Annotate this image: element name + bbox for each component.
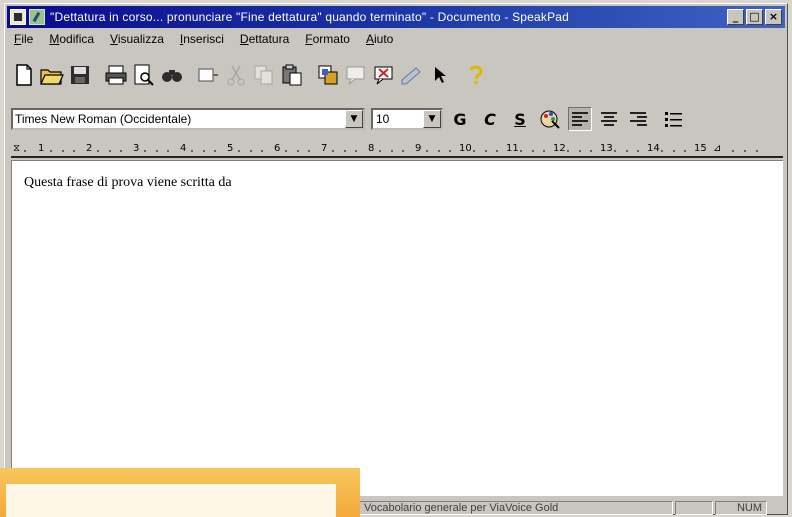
paste-icon[interactable] — [279, 62, 305, 88]
copy-icon[interactable] — [251, 62, 277, 88]
dictation-status-icon — [29, 9, 45, 25]
pointer-icon[interactable] — [427, 62, 453, 88]
bold-button[interactable]: G — [447, 107, 473, 131]
comment-icon[interactable] — [343, 62, 369, 88]
underline-button[interactable]: S — [507, 107, 533, 131]
chevron-down-icon[interactable]: ▼ — [345, 110, 363, 128]
maximize-button[interactable]: □ — [746, 9, 763, 25]
font-name-select[interactable]: Times New Roman (Occidentale) ▼ — [11, 108, 365, 130]
document-text[interactable]: Questa frase di prova viene scritta da — [24, 175, 232, 191]
menu-aiuto[interactable]: Aiuto — [365, 32, 394, 50]
align-left-button[interactable] — [568, 107, 592, 131]
menu-dettatura[interactable]: Dettatura — [239, 32, 290, 50]
ruler-ticks — [24, 150, 758, 152]
menu-modifica[interactable]: Modifica — [48, 32, 95, 50]
close-button[interactable]: × — [765, 9, 782, 25]
insert-icon[interactable] — [195, 62, 221, 88]
new-document-icon[interactable] — [11, 62, 37, 88]
app-system-menu-icon[interactable] — [10, 9, 26, 25]
dictation-icon[interactable] — [315, 62, 341, 88]
open-folder-icon[interactable] — [39, 62, 65, 88]
align-center-button[interactable] — [597, 107, 621, 131]
font-size-select[interactable]: 10 ▼ — [371, 108, 443, 130]
status-pane-blank — [675, 501, 713, 515]
chevron-down-icon[interactable]: ▼ — [423, 110, 441, 128]
help-icon[interactable] — [463, 62, 489, 88]
window-title: "Dettatura in corso... pronunciare "Fine… — [50, 10, 570, 24]
print-icon[interactable] — [103, 62, 129, 88]
menu-file[interactable]: File — [13, 32, 34, 50]
menu-bar: File Modifica Visualizza Inserisci Detta… — [13, 32, 394, 50]
document-editor[interactable]: Questa frase di prova viene scritta da — [11, 160, 783, 496]
bullet-list-button[interactable] — [662, 107, 686, 131]
color-palette-icon[interactable] — [537, 107, 563, 131]
status-vocabulary: Vocabolario generale per ViaVoice Gold — [359, 501, 673, 515]
edit-icon[interactable] — [399, 62, 425, 88]
ruler[interactable]: ⧖ 1 2 3 4 5 6 7 8 9 10 11 12 13 14 15 ⊿ — [11, 142, 783, 158]
menu-visualizza[interactable]: Visualizza — [109, 32, 165, 50]
status-num-indicator: NUM — [715, 501, 767, 515]
cut-icon[interactable] — [223, 62, 249, 88]
overlay-panel-inner — [6, 484, 336, 517]
italic-button[interactable]: C — [477, 107, 503, 131]
format-toolbar: Times New Roman (Occidentale) ▼ 10 ▼ G C… — [11, 106, 686, 132]
menu-formato[interactable]: Formato — [304, 32, 351, 50]
speakpad-window: "Dettatura in corso... pronunciare "Fine… — [4, 3, 788, 515]
minimize-button[interactable]: _ — [727, 9, 744, 25]
standard-toolbar — [11, 60, 491, 90]
print-preview-icon[interactable] — [131, 62, 157, 88]
align-right-button[interactable] — [626, 107, 650, 131]
save-icon[interactable] — [67, 62, 93, 88]
comment-delete-icon[interactable] — [371, 62, 397, 88]
font-name-value: Times New Roman (Occidentale) — [15, 112, 192, 126]
font-size-value: 10 — [376, 112, 390, 126]
find-binoculars-icon[interactable] — [159, 62, 185, 88]
title-bar[interactable]: "Dettatura in corso... pronunciare "Fine… — [7, 6, 785, 28]
menu-inserisci[interactable]: Inserisci — [179, 32, 225, 50]
